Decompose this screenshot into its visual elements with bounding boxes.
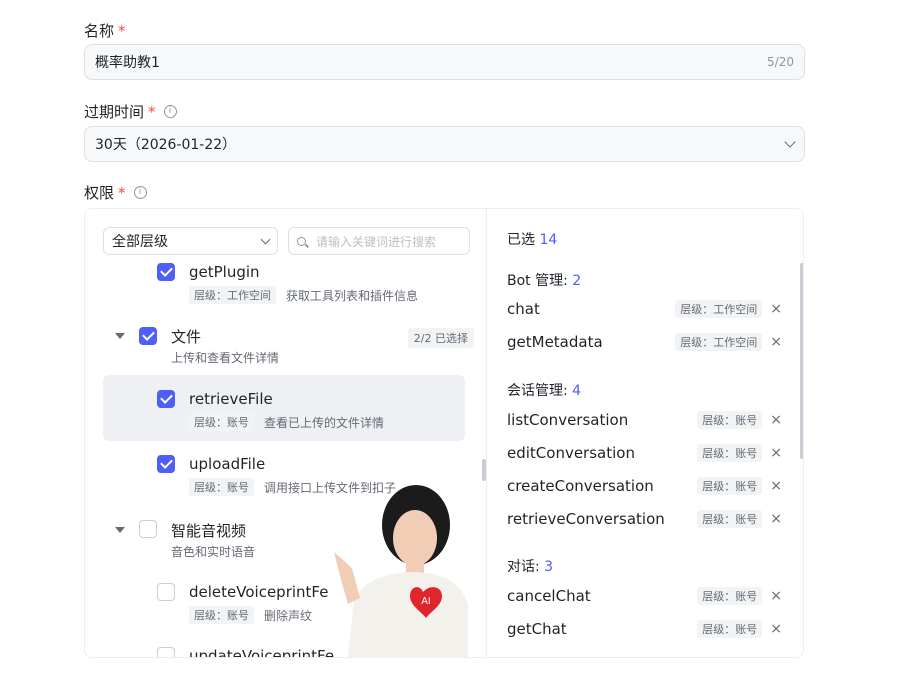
selected-item: cancelChat 层级：账号 × <box>507 587 782 605</box>
scrollbar-thumb[interactable] <box>482 459 486 481</box>
level-filter-select[interactable]: 全部层级 <box>103 227 278 255</box>
permission-meta: 层级：工作空间 获取工具列表和插件信息 <box>189 286 418 304</box>
level-tag: 层级：工作空间 <box>675 300 763 318</box>
search-icon <box>297 236 306 246</box>
checkbox-group-file[interactable] <box>139 327 157 345</box>
remove-icon[interactable]: × <box>770 301 782 317</box>
char-counter: 5/20 <box>767 55 794 69</box>
remove-icon[interactable]: × <box>770 511 782 527</box>
selected-item: listConversation 层级：账号 × <box>507 411 782 429</box>
group-title-bot: Bot 管理: 2 <box>507 273 582 289</box>
checkbox-getplugin[interactable] <box>157 263 175 281</box>
group-name: 文件 <box>171 328 202 346</box>
expiry-label: 过期时间 * i <box>84 101 177 122</box>
group-desc: 上传和查看文件详情 <box>171 351 280 365</box>
selected-item: editConversation 层级：账号 × <box>507 444 782 462</box>
level-tag: 层级：账号 <box>189 478 254 496</box>
level-tag: 层级：账号 <box>189 606 254 624</box>
selected-count-badge: 2/2 已选择 <box>407 328 474 348</box>
group-desc: 音色和实时语音 <box>171 545 256 559</box>
required-mark: * <box>118 21 126 40</box>
selected-item: createConversation 层级：账号 × <box>507 477 782 495</box>
permission-desc: 获取工具列表和插件信息 <box>286 288 419 303</box>
permission-desc: 删除声纹 <box>264 608 313 623</box>
hovered-row[interactable] <box>103 375 465 441</box>
permission-meta: 层级：账号 删除声纹 <box>189 606 312 624</box>
required-mark: * <box>118 183 126 202</box>
name-input-value: 概率助教1 <box>95 55 160 71</box>
checkbox-updatevoiceprint[interactable] <box>157 647 175 657</box>
info-icon[interactable]: i <box>133 186 147 199</box>
permission-name: getPlugin <box>189 263 260 281</box>
level-tag: 层级：账号 <box>697 587 763 605</box>
expiry-select-value: 30天（2026-01-22） <box>95 137 237 153</box>
group-name: 智能音视频 <box>171 522 247 540</box>
level-tag: 层级：账号 <box>697 510 763 528</box>
required-mark: * <box>148 102 156 121</box>
create-token-form: 名称 * 概率助教1 5/20 过期时间 * i 30天（2026-01-22） 权… <box>0 0 909 679</box>
permission-desc: 查看已上传的文件详情 <box>264 415 385 430</box>
keyword-search-input[interactable]: 请输入关键词进行搜索 <box>288 227 470 255</box>
remove-icon[interactable]: × <box>770 621 782 637</box>
name-input[interactable]: 概率助教1 5/20 <box>84 44 805 80</box>
level-tag: 层级：账号 <box>189 413 254 431</box>
group-title-chat: 对话: 3 <box>507 559 554 575</box>
permission-name: updateVoiceprintFe <box>189 647 335 657</box>
checkbox-deletevoiceprint[interactable] <box>157 583 175 601</box>
name-label: 名称 * <box>84 21 126 41</box>
level-tag: 层级：工作空间 <box>189 286 276 304</box>
group-title-conversation: 会话管理: 4 <box>507 383 582 399</box>
remove-icon[interactable]: × <box>770 334 782 350</box>
remove-icon[interactable]: × <box>770 445 782 461</box>
selected-item: getChat 层级：账号 × <box>507 620 782 638</box>
checkbox-uploadfile[interactable] <box>157 455 175 473</box>
permission-name: retrieveFile <box>189 390 273 408</box>
selected-permissions: 已选 14 Bot 管理: 2 chat 层级：工作空间 × getMetada… <box>488 209 803 657</box>
checkbox-group-av[interactable] <box>139 520 157 538</box>
remove-icon[interactable]: × <box>770 412 782 428</box>
selected-item: getMetadata 层级：工作空间 × <box>507 333 782 351</box>
selected-item: chat 层级：工作空间 × <box>507 300 782 318</box>
chevron-down-icon <box>260 234 271 244</box>
caret-down-icon[interactable] <box>115 527 125 533</box>
presenter-overlay: AI <box>318 480 468 658</box>
overlay-badge-text: AI <box>421 596 430 607</box>
level-tag: 层级：工作空间 <box>675 333 763 351</box>
permission-meta: 层级：账号 查看已上传的文件详情 <box>189 413 384 431</box>
info-icon[interactable]: i <box>163 105 177 118</box>
permission-name: deleteVoiceprintFe <box>189 583 329 601</box>
presenter-image: AI <box>334 485 468 658</box>
permission-label: 权限 * i <box>84 182 147 203</box>
checkbox-retrievefile[interactable] <box>157 390 175 408</box>
remove-icon[interactable]: × <box>770 588 782 604</box>
selected-item: retrieveConversation 层级：账号 × <box>507 510 782 528</box>
remove-icon[interactable]: × <box>770 478 782 494</box>
selected-summary: 已选 14 <box>507 232 558 248</box>
caret-down-icon[interactable] <box>115 333 125 339</box>
level-tag: 层级：账号 <box>697 477 763 495</box>
level-tag: 层级：账号 <box>697 411 763 429</box>
selected-total: 14 <box>539 232 558 248</box>
chevron-down-icon <box>784 136 796 148</box>
expiry-select[interactable]: 30天（2026-01-22） <box>84 126 805 162</box>
scrollbar-thumb[interactable] <box>800 263 803 459</box>
level-tag: 层级：账号 <box>697 620 763 638</box>
level-tag: 层级：账号 <box>697 444 763 462</box>
permission-name: uploadFile <box>189 455 266 473</box>
